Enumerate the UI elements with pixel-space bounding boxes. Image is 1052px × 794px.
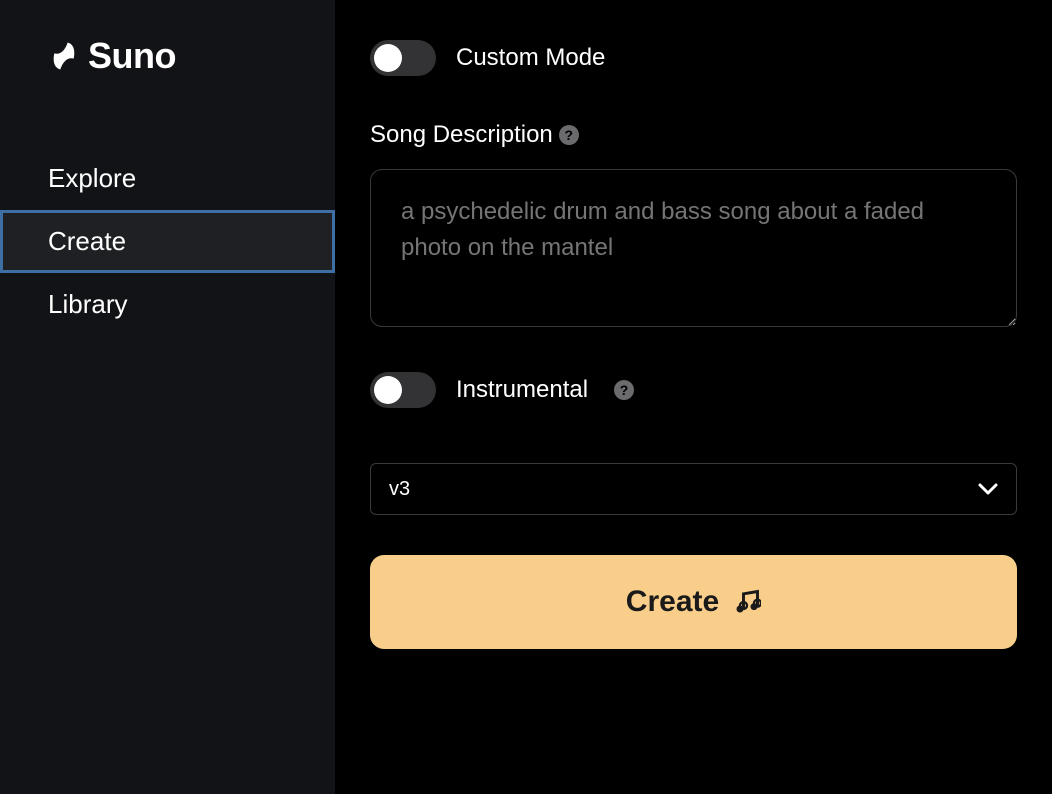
brand-logo[interactable]: Suno [0, 35, 335, 77]
suno-logo-icon [48, 40, 80, 72]
brand-name: Suno [88, 35, 176, 77]
custom-mode-label: Custom Mode [456, 44, 605, 72]
create-button-label: Create [626, 585, 719, 619]
song-description-input[interactable] [370, 169, 1017, 327]
instrumental-row: Instrumental ? [370, 372, 1017, 408]
chevron-down-icon [978, 483, 998, 495]
music-note-icon [733, 588, 761, 616]
song-description-label-row: Song Description ? [370, 121, 1017, 149]
sidebar-item-explore[interactable]: Explore [0, 147, 335, 210]
help-icon[interactable]: ? [614, 380, 634, 400]
custom-mode-toggle[interactable] [370, 40, 436, 76]
create-button[interactable]: Create [370, 555, 1017, 649]
version-select-value: v3 [389, 478, 410, 501]
custom-mode-toggle-knob [374, 44, 402, 72]
help-icon[interactable]: ? [559, 125, 579, 145]
custom-mode-row: Custom Mode [370, 40, 1017, 76]
sidebar-nav: Explore Create Library [0, 147, 335, 336]
instrumental-toggle-knob [374, 376, 402, 404]
instrumental-label: Instrumental [456, 376, 588, 404]
sidebar-item-create[interactable]: Create [0, 210, 335, 273]
sidebar-item-library[interactable]: Library [0, 273, 335, 336]
song-description-label: Song Description [370, 121, 553, 149]
version-select[interactable]: v3 [370, 463, 1017, 515]
instrumental-toggle[interactable] [370, 372, 436, 408]
main-content: Custom Mode Song Description ? Instrumen… [335, 0, 1052, 794]
sidebar: Suno Explore Create Library [0, 0, 335, 794]
